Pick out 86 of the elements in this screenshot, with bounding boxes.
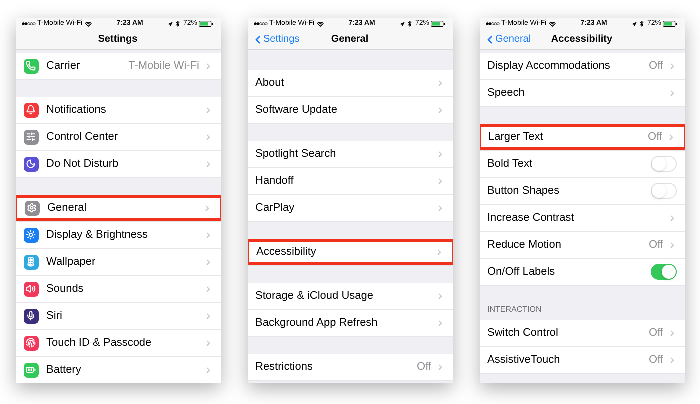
row-label: Battery [46,362,82,378]
settings-row[interactable]: CarPlay [248,195,452,221]
nav-title: Accessibility [551,33,613,47]
battery-icon [199,21,214,27]
settings-row[interactable]: Speech [480,80,684,106]
row-label: Button Shapes [488,184,560,199]
row-label: Display Accommodations [488,58,610,74]
row-label: Siri [46,308,62,324]
row-value: Off [649,58,664,74]
location-icon [168,22,174,26]
row-label: Reduce Motion [488,238,562,253]
settings-row[interactable]: Storage & iCloud Usage [248,283,452,309]
settings-row[interactable]: Larger Text Off [480,124,684,150]
signal-icon [486,22,500,26]
row-label: Display & Brightness [46,228,148,243]
settings-row[interactable]: Reduce Motion Off [480,232,684,258]
row-label: Bold Text [488,156,533,172]
settings-row[interactable]: Wallpaper [16,249,220,275]
location-icon [632,22,638,26]
settings-row[interactable]: Spotlight Search [248,141,452,167]
row-label: Handoff [256,174,294,189]
row-label: Touch ID & Passcode [46,336,152,351]
row-label: Do Not Disturb [46,156,119,172]
wifi-icon [316,20,324,28]
row-label: About [256,76,284,91]
settings-row[interactable]: Accessibility [248,239,452,265]
wifi-icon [548,20,556,28]
signal-icon [254,22,268,26]
back-button[interactable]: General [484,32,532,47]
nav-title: General [331,33,369,47]
row-label: Speech [488,86,525,101]
settings-row[interactable]: General [16,195,220,221]
row-label: Restrictions [256,360,313,375]
settings-row[interactable]: Increase Contrast [480,205,684,231]
row-value: Off [649,238,664,253]
settings-row[interactable]: Siri [16,303,220,329]
bluetooth-icon [639,21,646,27]
settings-row[interactable]: Restrictions Off [248,354,452,380]
row-label: Larger Text [488,130,544,145]
bluetooth-icon [407,21,414,27]
row-label: Carrier [46,58,80,74]
settings-row[interactable]: Sounds [16,276,220,302]
settings-row[interactable]: Battery [16,357,220,383]
wifi-icon [84,20,92,28]
back-button[interactable]: Settings [252,32,300,47]
battery-icon [663,21,678,27]
row-label: AssistiveTouch [488,352,560,368]
settings-row[interactable]: Do Not Disturb [16,151,220,177]
toggle-switch[interactable] [650,264,676,280]
signal-icon [22,22,36,26]
row-value: T-Mobile Wi-Fi [128,58,200,74]
battery-icon [431,21,446,27]
row-value: Off [648,130,662,145]
row-label: CarPlay [256,200,295,216]
row-label: Control Center [46,130,118,145]
nav-title: Settings [98,33,138,47]
row-label: General [48,200,87,216]
settings-row[interactable]: Background App Refresh [248,310,452,336]
row-value: Off [649,326,664,341]
row-label: Storage & iCloud Usage [256,288,374,304]
location-icon [400,22,406,26]
row-label: Accessibility [256,244,316,260]
settings-row[interactable]: Control Center [16,124,220,150]
row-label: Spotlight Search [256,146,336,162]
settings-row[interactable]: AssistiveTouch Off [480,347,684,373]
settings-row[interactable]: About [248,70,452,96]
row-label: Wallpaper [46,254,96,270]
section-header: INTERACTION [488,304,542,316]
settings-row[interactable]: Carrier T-Mobile Wi-Fi [16,53,220,79]
row-value: Off [417,360,432,375]
row-label: Software Update [256,102,338,118]
settings-row[interactable]: Touch ID & Passcode [16,330,220,356]
settings-row[interactable]: Software Update [248,97,452,123]
row-label: Notifications [46,102,106,118]
row-label: On/Off Labels [488,264,556,280]
settings-row[interactable]: Display & Brightness [16,222,220,248]
settings-row[interactable]: Handoff [248,168,452,194]
settings-row[interactable]: Switch Control Off [480,320,684,346]
row-label: Background App Refresh [256,316,378,331]
bluetooth-icon [175,21,182,27]
row-label: Sounds [46,282,84,297]
row-label: Switch Control [488,326,558,341]
row-value: Off [649,352,664,368]
settings-row[interactable]: Display Accommodations Off [480,53,684,79]
row-label: Increase Contrast [488,210,574,226]
settings-row[interactable]: Notifications [16,97,220,123]
